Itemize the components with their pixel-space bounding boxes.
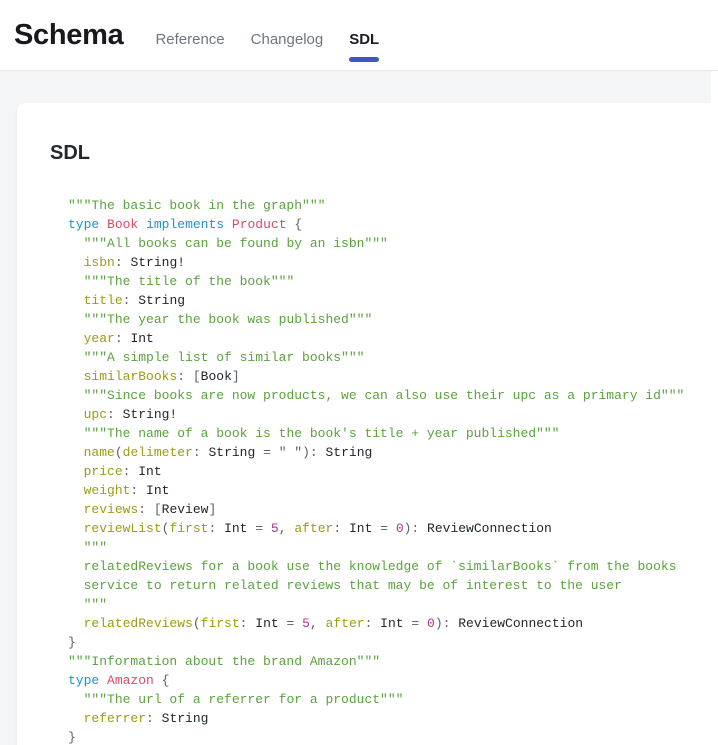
tab-sdl[interactable]: SDL bbox=[349, 31, 379, 49]
sdl-heading: SDL bbox=[50, 140, 691, 167]
tab-bar: Reference Changelog SDL bbox=[155, 31, 379, 49]
tab-changelog[interactable]: Changelog bbox=[251, 31, 324, 49]
vertical-scrollbar[interactable] bbox=[711, 71, 718, 745]
page-title: Schema bbox=[14, 19, 123, 52]
sdl-code: """The basic book in the graph""" type B… bbox=[68, 196, 691, 745]
sdl-code-content: """The basic book in the graph""" type B… bbox=[68, 198, 684, 745]
app-header: Schema Reference Changelog SDL bbox=[0, 0, 718, 71]
sdl-card: SDL """The basic book in the graph""" ty… bbox=[17, 103, 711, 745]
content-area: SDL """The basic book in the graph""" ty… bbox=[0, 71, 718, 745]
tab-reference[interactable]: Reference bbox=[155, 31, 224, 49]
